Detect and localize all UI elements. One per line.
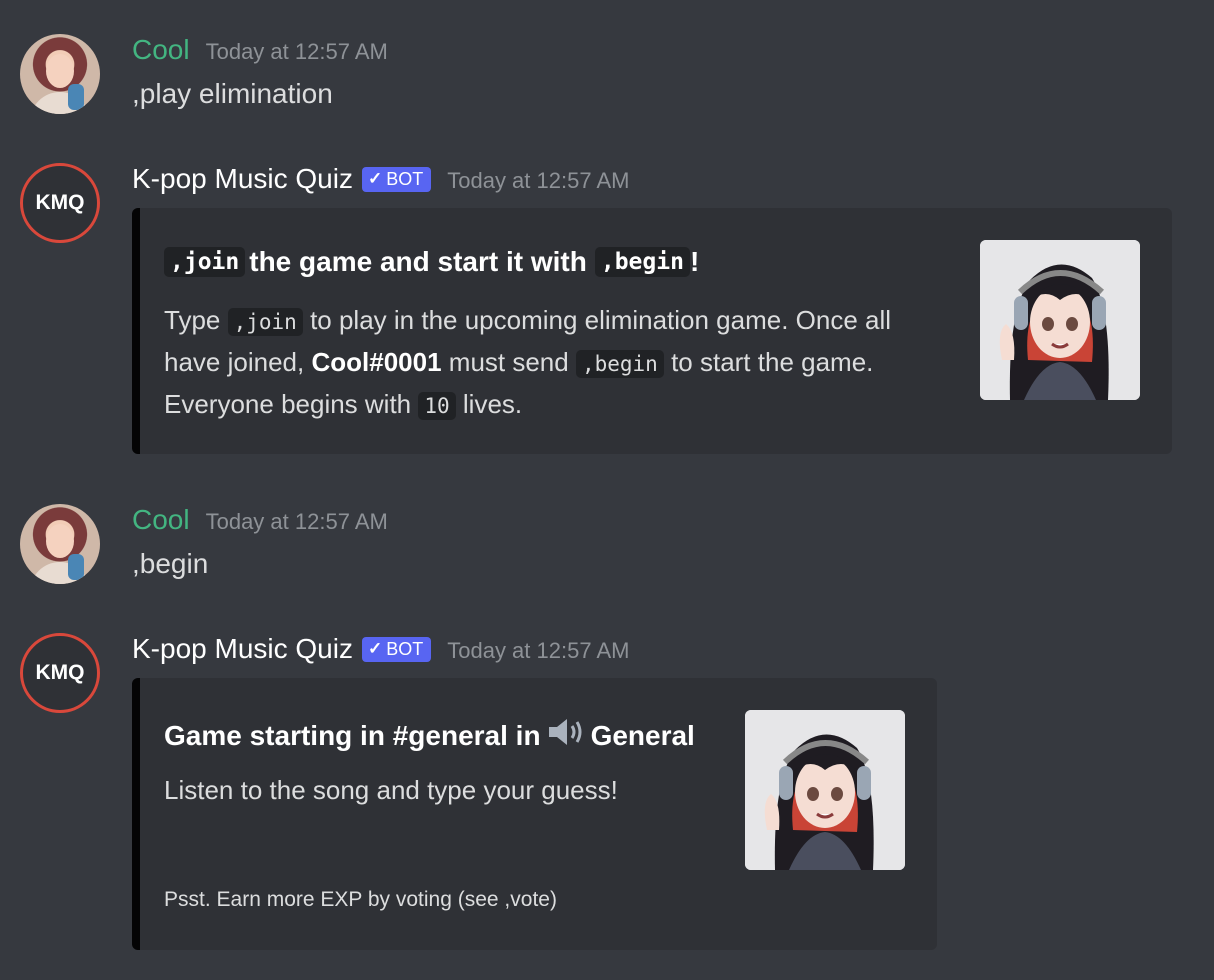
embed-description: Listen to the song and type your guess! xyxy=(164,775,618,805)
bot-badge-label: BOT xyxy=(386,638,424,659)
verified-check-icon: ✓ xyxy=(367,639,383,658)
author-name[interactable]: Cool xyxy=(132,504,190,536)
code-lives: 10 xyxy=(418,392,456,420)
bot-badge-label: BOT xyxy=(386,168,424,189)
timestamp[interactable]: Today at 12:57 AM xyxy=(447,168,629,194)
bot-badge: ✓ BOT xyxy=(361,636,432,662)
message-text: ,play elimination xyxy=(132,78,333,109)
code-begin: ,begin xyxy=(575,350,664,378)
embed-title: ,join the game and start it with ,begin … xyxy=(164,246,699,278)
timestamp[interactable]: Today at 12:57 AM xyxy=(206,39,388,65)
message-1: Cool Today at 12:57 AM ,play elimination xyxy=(0,0,1214,140)
embed-thumbnail[interactable] xyxy=(745,710,905,870)
author-name[interactable]: Cool xyxy=(132,34,190,66)
timestamp[interactable]: Today at 12:57 AM xyxy=(447,638,629,664)
embed: Game starting in #general in General Lis… xyxy=(132,678,937,950)
embed-thumbnail[interactable] xyxy=(980,240,1140,400)
bot-avatar[interactable]: KMQ xyxy=(20,163,100,243)
speaker-icon xyxy=(547,716,585,755)
embed-footer: Psst. Earn more EXP by voting (see ,vote… xyxy=(164,888,557,911)
author-name[interactable]: K-pop Music Quiz xyxy=(132,633,353,665)
avatar-text: KMQ xyxy=(35,661,85,684)
author-name[interactable]: K-pop Music Quiz xyxy=(132,163,353,195)
bot-badge: ✓ BOT xyxy=(361,166,432,192)
bot-avatar[interactable]: KMQ xyxy=(20,633,100,713)
embed: ,join the game and start it with ,begin … xyxy=(132,208,1172,454)
avatar-text: KMQ xyxy=(35,191,85,214)
code-join: ,join xyxy=(227,308,303,336)
user-avatar[interactable] xyxy=(20,34,100,114)
message-text: ,begin xyxy=(132,548,209,579)
code-join: ,join xyxy=(164,247,246,277)
user-avatar[interactable] xyxy=(20,504,100,584)
verified-check-icon: ✓ xyxy=(367,169,383,188)
embed-description: Type ,join to play in the upcoming elimi… xyxy=(164,305,892,420)
anime-girl-thumbnail xyxy=(980,240,1140,400)
code-begin: ,begin xyxy=(594,247,690,277)
timestamp[interactable]: Today at 12:57 AM xyxy=(206,509,388,535)
anime-girl-thumbnail xyxy=(745,710,905,870)
user-mention: Cool#0001 xyxy=(311,347,442,377)
embed-title: Game starting in #general in General xyxy=(164,716,695,755)
